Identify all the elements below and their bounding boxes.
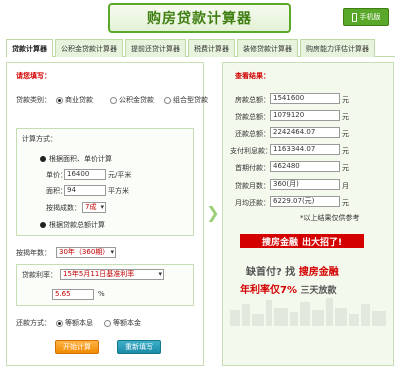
radio-by-area[interactable] [40, 156, 46, 162]
unit-price-input[interactable]: 16400 [64, 169, 106, 180]
result-label-monthly: 月均还款： [235, 199, 270, 207]
tab-renovation-calculator[interactable]: 装修贷款计算器 [237, 39, 298, 57]
loan-type-label: 贷款类别： [16, 96, 51, 104]
repay-label: 还款方式： [16, 319, 51, 327]
method-by-total[interactable]: 根据贷款总额计算 [40, 220, 105, 230]
radio-equal-principal[interactable] [104, 319, 111, 327]
ad-line2-b: 找 [285, 267, 296, 278]
repay-equal-principal-label: 等额本金 [113, 319, 141, 327]
unit-price-unit: 元/平米 [108, 171, 132, 179]
result-note: *以上结果仅供参考 [300, 214, 360, 222]
ad-line-2[interactable]: 缺首付? 找 搜房金融 [246, 263, 339, 278]
result-unit-down-payment: 元 [342, 164, 349, 172]
method-by-area-label: 根据面积、单价计算 [49, 155, 112, 163]
rate-unit: % [98, 290, 105, 298]
radio-commercial[interactable] [56, 96, 63, 104]
tab-affordability-calculator[interactable]: 购房能力评估计算器 [300, 39, 375, 57]
years-label: 按揭年数： [16, 249, 51, 257]
result-house-total: 1541600 [270, 93, 340, 104]
result-unit-months: 月 [342, 182, 349, 190]
ratio-select[interactable]: 7成 [82, 202, 106, 213]
area-unit: 平方米 [108, 187, 129, 195]
loan-type-combined-label: 组合型贷款 [173, 96, 208, 104]
result-unit-house-total: 元 [342, 96, 349, 104]
tab-provident-fund-calculator[interactable]: 公积金贷款计算器 [55, 39, 123, 57]
result-unit-repay-total: 元 [342, 130, 349, 138]
ratio-label: 按揭成数： [46, 204, 81, 212]
ad-line3-b: 三天放款 [300, 286, 337, 296]
city-skyline-decoration [230, 298, 386, 326]
loan-type-commercial-label: 商业贷款 [65, 96, 93, 104]
results-heading: 查看结果： [235, 72, 270, 80]
result-monthly: 6229.07(元) [270, 196, 340, 207]
loan-type-commercial[interactable]: 商业贷款 [56, 95, 93, 105]
result-label-down-payment: 首期付款： [235, 164, 270, 172]
reset-button[interactable]: 重新填写 [117, 340, 161, 354]
result-label-house-total: 房款总额： [235, 96, 270, 104]
loan-type-provident[interactable]: 公积金贷款 [110, 95, 154, 105]
result-label-loan-total: 贷款总额： [235, 113, 270, 121]
result-repay-total: 2242464.07 [270, 127, 340, 138]
loan-type-provident-label: 公积金贷款 [119, 96, 154, 104]
result-unit-monthly: 元 [342, 199, 349, 207]
years-select[interactable]: 30年（360期） [56, 247, 116, 258]
start-calc-button[interactable]: 开始计算 [55, 340, 99, 354]
repay-equal-installment-label: 等额本息 [65, 319, 93, 327]
repay-equal-installment[interactable]: 等额本息 [56, 318, 93, 328]
ad-brand: 搜房金融 [261, 237, 298, 248]
result-unit-loan-total: 元 [342, 113, 349, 121]
result-interest: 1163344.07 [270, 144, 340, 155]
tab-tax-calculator[interactable]: 税费计算器 [188, 39, 235, 57]
page-title: 购房贷款计算器 [108, 3, 291, 33]
radio-by-total[interactable] [40, 222, 46, 228]
ad-line2-a: 缺首付? [246, 267, 282, 278]
method-by-area[interactable]: 根据面积、单价计算 [40, 154, 112, 164]
rate-select[interactable]: 15年5月11日基准利率 [60, 269, 164, 280]
result-label-months: 贷款月数： [235, 182, 270, 190]
radio-equal-installment[interactable] [56, 319, 63, 327]
result-label-interest: 支付利息款： [230, 147, 272, 155]
rate-input[interactable]: 5.65 [52, 289, 94, 300]
mobile-version-label: 手机版 [359, 13, 381, 21]
result-down-payment: 462480 [270, 161, 340, 172]
loan-type-combined[interactable]: 组合型贷款 [164, 95, 208, 105]
tab-loan-calculator[interactable]: 贷款计算器 [6, 39, 53, 57]
phone-icon [351, 12, 357, 22]
result-loan-total: 1079120 [270, 110, 340, 121]
calculator-tabs: 贷款计算器 公积金贷款计算器 提前还贷计算器 税费计算器 装修贷款计算器 购房能… [6, 39, 395, 57]
mobile-version-button[interactable]: 手机版 [343, 8, 389, 26]
result-label-repay-total: 还款总额： [235, 130, 270, 138]
ad-banner[interactable]: 搜房金融 出大招了! [240, 234, 364, 248]
ad-slogan: 出大招了! [301, 237, 343, 248]
rate-label: 贷款利率： [22, 271, 57, 279]
arrow-right-icon: ❯ [206, 202, 220, 222]
calc-method-label: 计算方式： [22, 135, 57, 143]
repay-equal-principal[interactable]: 等额本金 [104, 318, 141, 328]
method-by-total-label: 根据贷款总额计算 [49, 221, 105, 229]
ad-line3-a: 年利率仅7% [240, 285, 297, 296]
result-unit-interest: 元 [342, 147, 349, 155]
ad-line2-c: 搜房金融 [298, 267, 339, 278]
result-months: 360(月) [270, 179, 340, 190]
ad-line-3[interactable]: 年利率仅7% 三天放款 [240, 281, 336, 296]
radio-provident[interactable] [110, 96, 117, 104]
form-heading: 请您填写： [16, 72, 51, 80]
area-input[interactable]: 94 [64, 185, 106, 196]
tab-prepayment-calculator[interactable]: 提前还贷计算器 [125, 39, 186, 57]
radio-combined[interactable] [164, 96, 171, 104]
